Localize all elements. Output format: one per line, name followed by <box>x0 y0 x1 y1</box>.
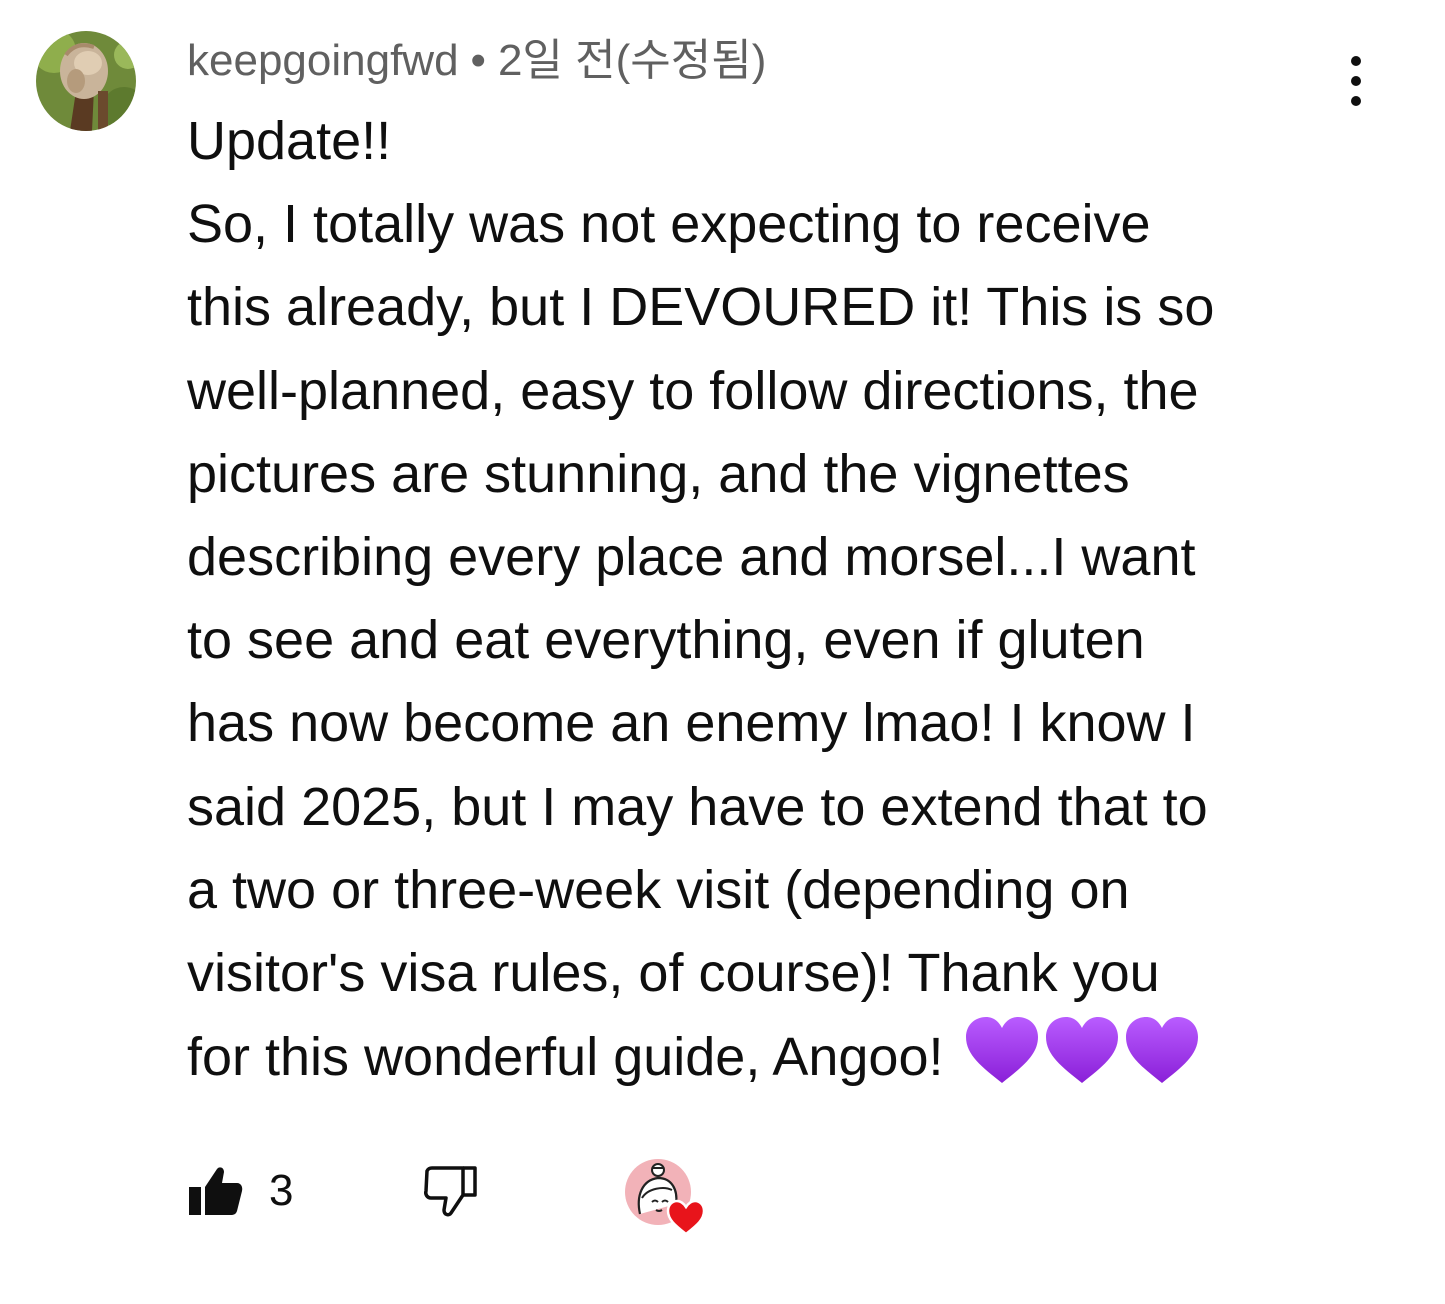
menu-dot <box>1351 56 1361 66</box>
menu-dot <box>1351 76 1361 86</box>
comment-line: a two or three-week visit (depending on <box>187 859 1130 920</box>
comment-actions: 3 <box>187 1150 787 1240</box>
avatar-image <box>36 31 136 131</box>
comment-line: visitor's visa rules, of course)! Thank … <box>187 943 1160 1004</box>
comment-line: So, I totally was not expecting to recei… <box>187 194 1151 255</box>
purple-heart-icon <box>1124 1015 1200 1109</box>
dislike-button[interactable] <box>423 1165 483 1221</box>
purple-heart-icon <box>1044 1015 1120 1109</box>
comment-line-last: for this wonderful guide, Angoo! <box>187 1015 1357 1109</box>
creator-heart-icon <box>625 1159 706 1236</box>
purple-heart-icon <box>964 1015 1040 1109</box>
comment-line: has now become an enemy lmao! I know I <box>187 693 1196 754</box>
comment-text: Update!! So, I totally was not expecting… <box>187 100 1357 1109</box>
like-button[interactable] <box>187 1165 247 1221</box>
comment-line: pictures are stunning, and the vignettes <box>187 443 1130 504</box>
comment-line: to see and eat everything, even if glute… <box>187 610 1145 671</box>
comment-line: said 2025, but I may have to extend that… <box>187 776 1208 837</box>
author-name[interactable]: keepgoingfwd <box>187 36 459 85</box>
thumbs-down-outline-icon <box>424 1166 477 1217</box>
comment-line: describing every place and morsel...I wa… <box>187 527 1196 588</box>
separator-dot: • <box>470 36 486 85</box>
comment-line-text: for this wonderful guide, Angoo! <box>187 1027 944 1088</box>
thumbs-up-filled-icon <box>189 1167 243 1215</box>
like-count: 3 <box>269 1166 294 1215</box>
comment-line: this already, but I DEVOURED it! This is… <box>187 277 1215 338</box>
creator-heart-badge <box>624 1158 714 1238</box>
comment-line: well-planned, easy to follow directions,… <box>187 360 1199 421</box>
commenter-avatar[interactable] <box>36 31 136 131</box>
comment-timestamp[interactable]: 2일 전(수정됨) <box>498 36 766 85</box>
comment-header: keepgoingfwd • 2일 전(수정됨) <box>187 34 766 88</box>
comment-line: Update!! <box>187 111 392 171</box>
